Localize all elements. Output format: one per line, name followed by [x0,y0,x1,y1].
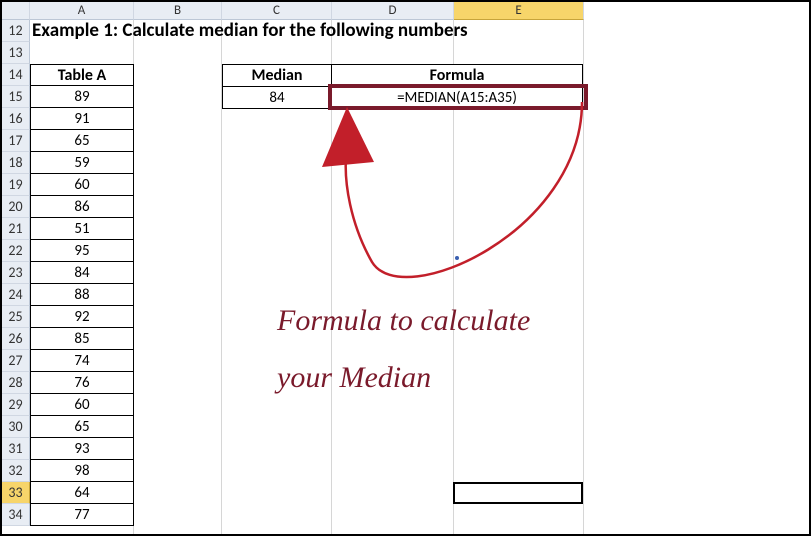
table-a-cell[interactable]: 85 [30,328,134,350]
row-header-24[interactable]: 24 [2,284,30,306]
row-header-25[interactable]: 25 [2,306,30,328]
table-a-cell[interactable]: 64 [30,482,134,504]
table-a-cell[interactable]: 74 [30,350,134,372]
page-title: Example 1: Calculate median for the foll… [32,20,468,42]
row-header-13[interactable]: 13 [2,42,30,64]
col-header-C[interactable]: C [222,2,332,20]
table-a-cell[interactable]: 93 [30,438,134,460]
row-header-30[interactable]: 30 [2,416,30,438]
annotation-line1: Formula to calculate [277,304,530,337]
gridline [583,20,584,534]
row-header-15[interactable]: 15 [2,86,30,108]
table-a-cell[interactable]: 65 [30,130,134,152]
col-header-A[interactable]: A [30,2,134,20]
row-header-31[interactable]: 31 [2,438,30,460]
table-a-cell[interactable]: 98 [30,460,134,482]
table-a-header[interactable]: Table A [30,64,134,86]
col-header-D[interactable]: D [332,2,454,20]
row-header-29[interactable]: 29 [2,394,30,416]
table-a-cell[interactable]: 77 [30,504,134,526]
table-a-cell[interactable]: 89 [30,86,134,108]
formula-header: Formula [332,65,583,87]
row-headers: 1213141516171819202122232425262728293031… [2,20,30,526]
median-header: Median [223,65,332,87]
table-a: Table A899165596086519584889285747660659… [30,64,134,526]
row-header-32[interactable]: 32 [2,460,30,482]
row-header-33[interactable]: 33 [2,482,30,504]
table-a-cell[interactable]: 84 [30,262,134,284]
annotation-line2: your Median [277,361,431,394]
table-a-cell[interactable]: 51 [30,218,134,240]
select-all-corner[interactable] [2,2,30,20]
row-header-19[interactable]: 19 [2,174,30,196]
row-header-18[interactable]: 18 [2,152,30,174]
table-a-cell[interactable]: 76 [30,372,134,394]
table-a-cell[interactable]: 95 [30,240,134,262]
row-header-28[interactable]: 28 [2,372,30,394]
table-a-cell[interactable]: 60 [30,174,134,196]
median-value-cell[interactable]: 84 [223,87,332,109]
spreadsheet-frame: A B C D E 121314151617181920212223242526… [0,0,811,536]
row-header-34[interactable]: 34 [2,504,30,526]
col-header-E[interactable]: E [454,2,584,20]
row-header-16[interactable]: 16 [2,108,30,130]
row-header-27[interactable]: 27 [2,350,30,372]
table-a-cell[interactable]: 92 [30,306,134,328]
row-header-21[interactable]: 21 [2,218,30,240]
row-header-14[interactable]: 14 [2,64,30,86]
col-header-B[interactable]: B [134,2,222,20]
annotation-text: Formula to calculate your Median [277,292,530,406]
median-block: Median Formula 84 =MEDIAN(A15:A35) [222,64,583,109]
table-a-cell[interactable]: 91 [30,108,134,130]
row-header-22[interactable]: 22 [2,240,30,262]
active-cell[interactable] [453,482,583,504]
row-header-23[interactable]: 23 [2,262,30,284]
row-header-12[interactable]: 12 [2,20,30,42]
row-header-17[interactable]: 17 [2,130,30,152]
formula-text-cell[interactable]: =MEDIAN(A15:A35) [332,87,583,109]
table-a-cell[interactable]: 86 [30,196,134,218]
row-header-26[interactable]: 26 [2,328,30,350]
table-a-cell[interactable]: 60 [30,394,134,416]
table-a-cell[interactable]: 59 [30,152,134,174]
table-a-cell[interactable]: 88 [30,284,134,306]
column-headers: A B C D E [2,2,584,20]
table-a-cell[interactable]: 65 [30,416,134,438]
row-header-20[interactable]: 20 [2,196,30,218]
